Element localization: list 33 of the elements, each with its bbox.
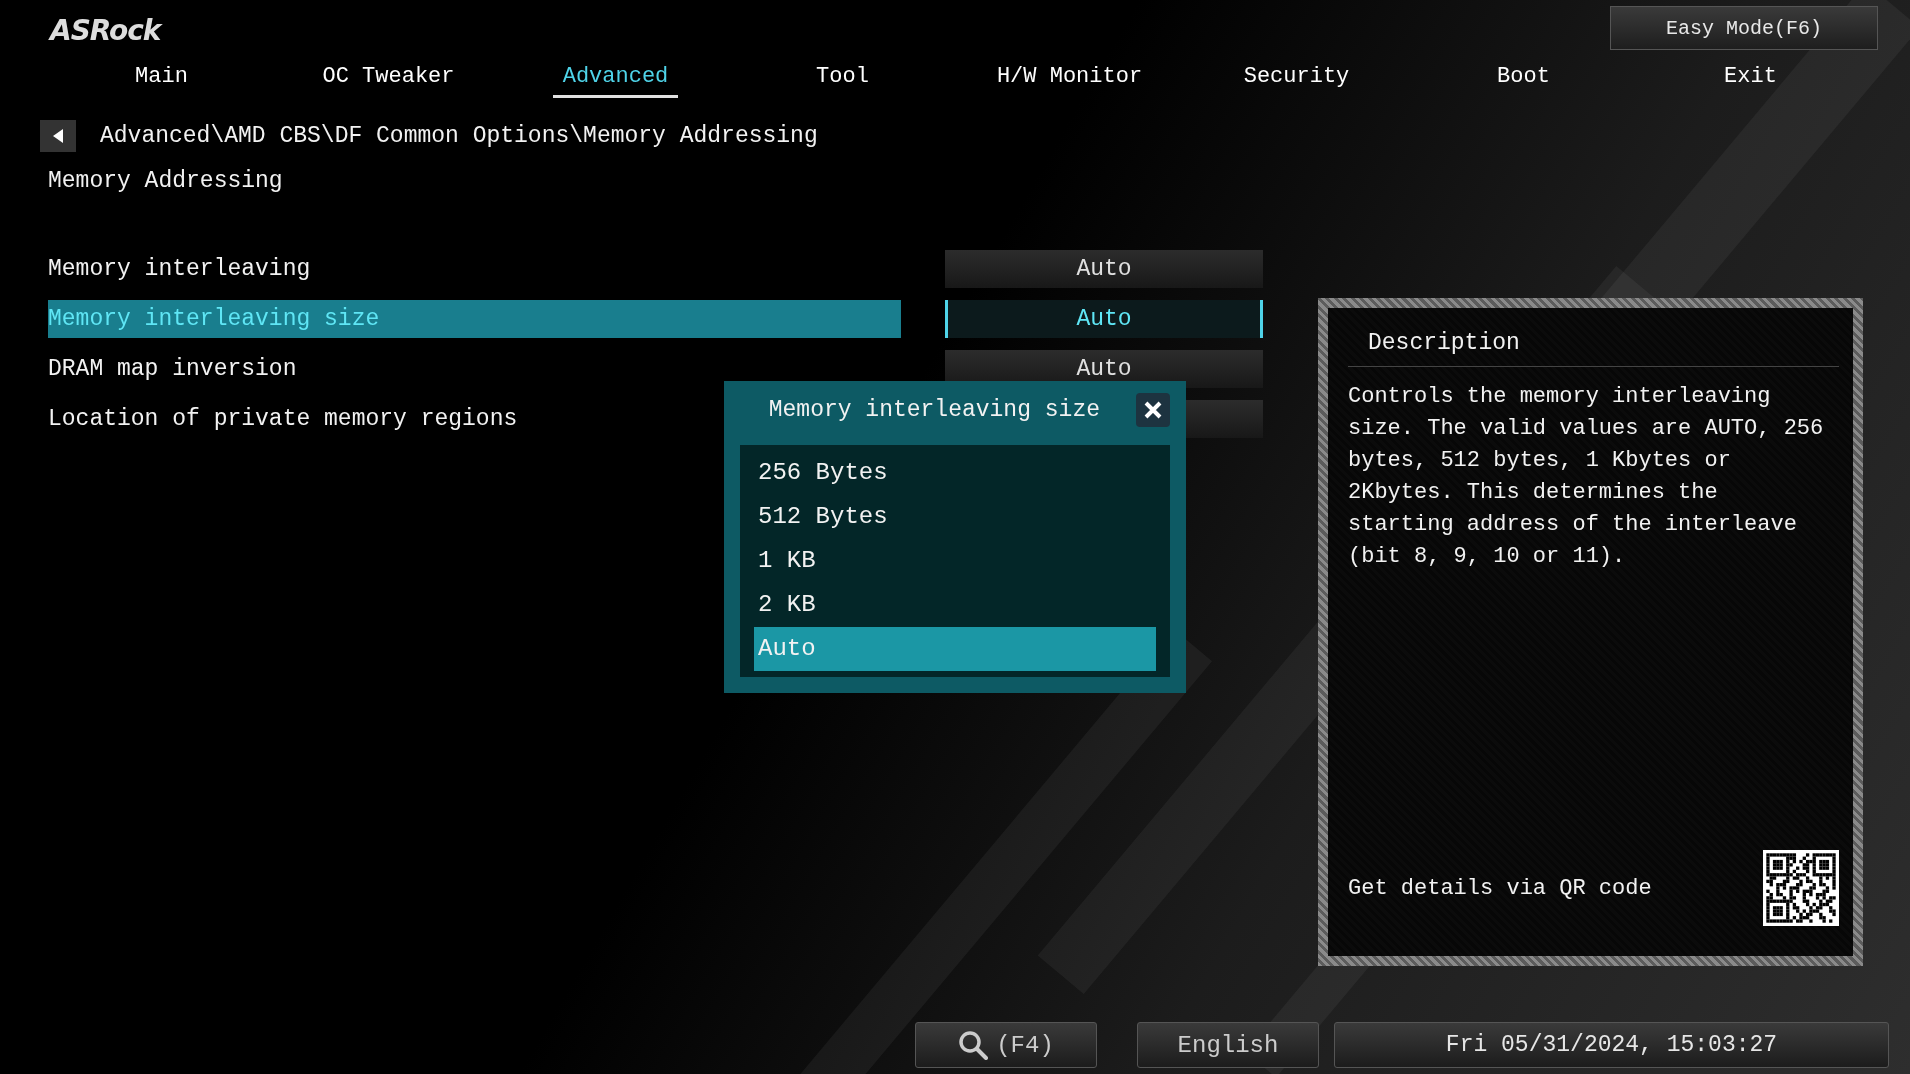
menu-tab[interactable]: Boot <box>1487 60 1560 98</box>
setting-label[interactable]: Memory interleaving <box>48 250 901 288</box>
language-button[interactable]: English <box>1137 1022 1319 1068</box>
easy-mode-button[interactable]: Easy Mode(F6) <box>1610 6 1878 50</box>
back-arrow-icon <box>51 128 65 144</box>
option-item[interactable]: 256 Bytes <box>754 451 1156 495</box>
menu-tab[interactable]: Advanced <box>552 60 679 98</box>
option-item[interactable]: 2 KB <box>754 583 1156 627</box>
date-time: Fri 05/31/2024, 15:03:27 <box>1334 1022 1889 1068</box>
setting-value[interactable]: Auto <box>945 250 1263 288</box>
setting-value[interactable]: Auto <box>945 300 1263 338</box>
brand-logo: ASRock <box>50 14 161 47</box>
search-icon <box>958 1030 989 1060</box>
option-item[interactable]: 1 KB <box>754 539 1156 583</box>
qr-caption: Get details via QR code <box>1348 875 1652 901</box>
qr-code-icon <box>1763 850 1839 926</box>
search-button[interactable]: (F4) <box>915 1022 1097 1068</box>
menu-tab[interactable]: Exit <box>1714 60 1787 98</box>
page-title: Memory Addressing <box>47 167 284 194</box>
menu-tab[interactable]: OC Tweaker <box>312 60 465 98</box>
menu-tab[interactable]: H/W Monitor <box>986 60 1153 98</box>
menu-tab[interactable]: Main <box>125 60 198 98</box>
setting-label[interactable]: DRAM map inversion <box>48 350 901 388</box>
menu-tab[interactable]: Security <box>1233 60 1360 98</box>
menu-tab[interactable]: Tool <box>806 60 879 98</box>
back-button[interactable] <box>40 120 76 152</box>
option-item[interactable]: 512 Bytes <box>754 495 1156 539</box>
close-icon <box>1144 401 1162 419</box>
breadcrumb-path: Advanced\AMD CBS\DF Common Options\Memory Addressing <box>100 123 818 149</box>
description-text: Controls the memory interleaving size. The valid values are AUTO, 256 bytes, 512 bytes, 1 Kbytes or 2Kbytes. This determines the starting address of the interleave (bit 8, 9, 10 or 11). <box>1348 383 1825 571</box>
popup-title: Memory interleaving size <box>768 397 1100 423</box>
description-title: Description <box>1348 320 1839 367</box>
close-button[interactable] <box>1136 393 1170 427</box>
